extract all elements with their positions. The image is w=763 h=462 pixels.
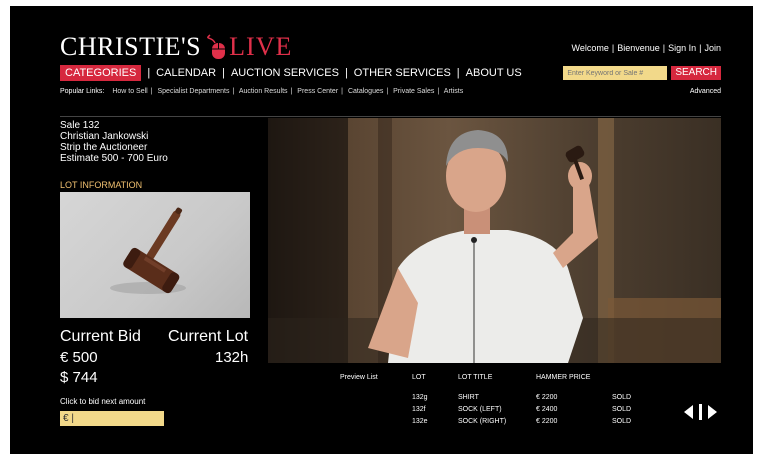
- table-row-price: € 2200: [536, 418, 558, 425]
- col-hammer-price: HAMMER PRICE: [536, 374, 591, 381]
- categories-button[interactable]: CATEGORIES: [60, 65, 142, 81]
- popular-links-label: Popular Links:: [60, 88, 105, 95]
- click-to-bid-label: Click to bid next amount: [60, 397, 146, 406]
- pager-divider: [699, 404, 702, 420]
- current-lot-label: Current Lot: [168, 328, 249, 345]
- search-input[interactable]: [563, 66, 668, 80]
- search-button[interactable]: SEARCH: [671, 66, 721, 80]
- next-arrow-icon: [708, 405, 717, 419]
- popular-link-how-to-sell[interactable]: How to Sell: [112, 88, 147, 95]
- bid-amount-input[interactable]: € |: [60, 411, 164, 426]
- logo-christies: CHRISTIE'S: [60, 32, 202, 61]
- table-row-title: SOCK (LEFT): [458, 406, 502, 413]
- sign-in-link[interactable]: Sign In: [668, 43, 696, 53]
- nav-calendar[interactable]: CALENDAR: [156, 67, 216, 79]
- logo-live: LIVE: [229, 32, 293, 61]
- logo[interactable]: CHRISTIE'S LIVE: [60, 32, 292, 62]
- prev-arrow-icon: [684, 405, 693, 419]
- divider: [60, 116, 721, 117]
- current-bid-label: Current Bid: [60, 328, 141, 345]
- pager-arrows-icon: [684, 404, 717, 420]
- join-link[interactable]: Join: [704, 43, 721, 53]
- live-video-feed[interactable]: [268, 118, 721, 363]
- table-row-status: SOLD: [612, 406, 632, 413]
- popular-links: Popular Links: How to Sell | Specialist D…: [60, 88, 464, 95]
- table-row-price: € 2400: [536, 406, 558, 413]
- mouse-icon: [207, 34, 225, 59]
- table-row-lot: 132g: [412, 394, 428, 401]
- lot-image: [60, 192, 250, 318]
- col-lot-title: LOT TITLE: [458, 374, 493, 381]
- welcome-link[interactable]: Welcome: [572, 43, 609, 53]
- sale-estimate: Estimate 500 - 700 Euro: [60, 153, 168, 164]
- current-lot-number: 132h: [215, 349, 249, 366]
- popular-link-artists[interactable]: Artists: [444, 88, 463, 95]
- nav-auction-services[interactable]: AUCTION SERVICES: [231, 67, 339, 79]
- gavel-icon: [110, 207, 186, 294]
- advanced-search-link[interactable]: Advanced: [690, 88, 721, 95]
- auctioneer-video-frame: [268, 118, 721, 363]
- bienvenue-link[interactable]: Bienvenue: [617, 43, 660, 53]
- sale-number: Sale 132: [60, 120, 100, 131]
- search-box: SEARCH: [563, 66, 721, 80]
- table-row-status: SOLD: [612, 418, 632, 425]
- sale-info: Sale 132 Christian Jankowski Strip the A…: [60, 120, 168, 164]
- sale-artist: Christian Jankowski: [60, 131, 149, 142]
- table-row-price: € 2200: [536, 394, 558, 401]
- col-lot: LOT: [412, 374, 426, 381]
- auction-screen: CHRISTIE'S LIVE Welcome | Bienvenue | Sign I…: [10, 6, 753, 454]
- popular-link-auction-results[interactable]: Auction Results: [239, 88, 288, 95]
- main-nav: CATEGORIES | CALENDAR | AUCTION SERVICES…: [60, 65, 522, 81]
- table-row-title: SHIRT: [458, 394, 479, 401]
- current-bid-usd: $ 744: [60, 369, 98, 386]
- current-bid-euro: € 500: [60, 349, 98, 366]
- pager: [681, 402, 721, 422]
- popular-link-press-center[interactable]: Press Center: [297, 88, 338, 95]
- lot-information-link[interactable]: LOT INFORMATION: [60, 180, 142, 190]
- popular-link-specialist-departments[interactable]: Specialist Departments: [158, 88, 230, 95]
- popular-link-catalogues[interactable]: Catalogues: [348, 88, 383, 95]
- sale-title: Strip the Auctioneer: [60, 142, 148, 153]
- table-row-status: SOLD: [612, 394, 632, 401]
- nav-other-services[interactable]: OTHER SERVICES: [354, 67, 451, 79]
- top-links: Welcome | Bienvenue | Sign In | Join: [571, 43, 721, 53]
- preview-list-link[interactable]: Preview List: [340, 374, 378, 381]
- table-row-title: SOCK (RIGHT): [458, 418, 507, 425]
- popular-link-private-sales[interactable]: Private Sales: [393, 88, 434, 95]
- nav-about-us[interactable]: ABOUT US: [466, 67, 522, 79]
- table-row-lot: 132f: [412, 406, 426, 413]
- table-row-lot: 132e: [412, 418, 428, 425]
